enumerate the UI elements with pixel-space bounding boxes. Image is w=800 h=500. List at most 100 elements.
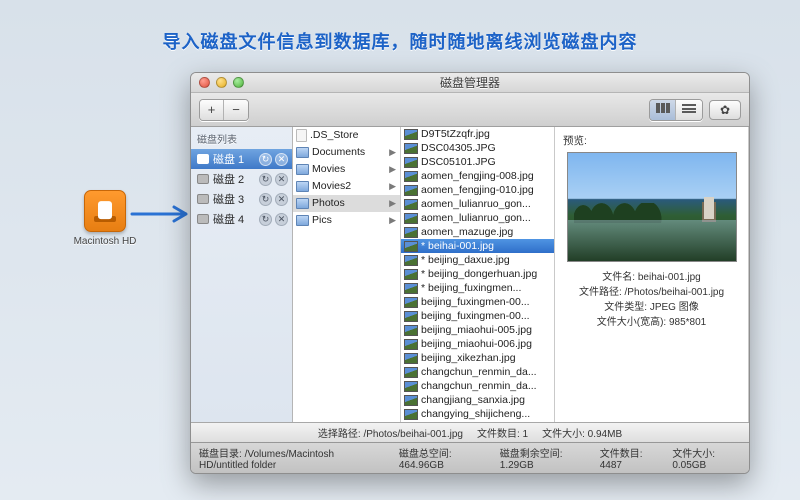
sidebar-header: 磁盘列表 <box>191 127 292 149</box>
file-row[interactable]: changying_shijicheng... <box>401 408 554 422</box>
image-thumb-icon <box>404 227 418 238</box>
refresh-icon[interactable]: ↻ <box>259 173 272 186</box>
disk-icon <box>197 214 209 224</box>
row-label: DSC04305.JPG <box>421 141 496 155</box>
status-bar-disk: 磁盘目录: /Volumes/Macintosh HD/untitled fol… <box>191 442 749 473</box>
eject-icon[interactable]: ✕ <box>275 193 288 206</box>
external-drive-label: Macintosh HD <box>70 236 140 247</box>
file-row[interactable]: changjiang_sanxia.jpg <box>401 394 554 408</box>
eject-icon[interactable]: ✕ <box>275 153 288 166</box>
image-thumb-icon <box>404 171 418 182</box>
image-thumb-icon <box>404 325 418 336</box>
sidebar-item-label: 磁盘 4 <box>213 211 244 227</box>
file-row[interactable]: aomen_lulianruo_gon... <box>401 211 554 225</box>
file-row[interactable]: DSC04305.JPG <box>401 141 554 155</box>
file-row[interactable]: aomen_fengjing-010.jpg <box>401 183 554 197</box>
image-thumb-icon <box>404 395 418 406</box>
file-row[interactable]: DSC05101.JPG <box>401 155 554 169</box>
add-button[interactable]: + <box>200 100 224 120</box>
toolbar: + − ✿ <box>191 93 749 127</box>
file-row[interactable]: beijing_fuxingmen-00... <box>401 310 554 324</box>
eject-icon[interactable]: ✕ <box>275 173 288 186</box>
file-row[interactable]: aomen_mazuge.jpg <box>401 225 554 239</box>
row-label: Movies2 <box>312 179 351 194</box>
file-row[interactable]: D9T5tZzqfr.jpg <box>401 127 554 141</box>
refresh-icon[interactable]: ↻ <box>259 213 272 226</box>
chevron-right-icon: ▶ <box>389 196 396 211</box>
sidebar-item-label: 磁盘 3 <box>213 191 244 207</box>
sidebar-item-label: 磁盘 2 <box>213 171 244 187</box>
refresh-icon[interactable]: ↻ <box>259 193 272 206</box>
row-label: aomen_fengjing-010.jpg <box>421 183 534 197</box>
file-row[interactable]: * beijing_daxue.jpg <box>401 253 554 267</box>
file-row[interactable]: beijing_miaohui-006.jpg <box>401 338 554 352</box>
sidebar-item-disk-2[interactable]: 磁盘 2 ↻✕ <box>191 169 292 189</box>
refresh-icon[interactable]: ↻ <box>259 153 272 166</box>
list-icon <box>682 103 696 113</box>
image-thumb-icon <box>404 367 418 378</box>
image-thumb-icon <box>404 213 418 224</box>
preview-image <box>567 152 737 262</box>
folder-icon <box>296 215 309 226</box>
file-row[interactable]: beijing_xikezhan.jpg <box>401 352 554 366</box>
gear-icon: ✿ <box>720 103 730 117</box>
folder-icon <box>296 181 309 192</box>
preview-pane: 预览: 文件名: beihai-001.jpg 文件路径: /Photos/be… <box>555 127 749 422</box>
preview-header: 预览: <box>563 133 740 148</box>
image-thumb-icon <box>404 297 418 308</box>
chevron-right-icon: ▶ <box>389 145 396 160</box>
preview-meta: 文件名: beihai-001.jpg 文件路径: /Photos/beihai… <box>563 270 740 330</box>
folder-row[interactable]: Documents▶ <box>293 144 400 161</box>
image-thumb-icon <box>404 185 418 196</box>
file-row[interactable]: aomen_lulianruo_gon... <box>401 197 554 211</box>
file-row[interactable]: aomen_fengjing-008.jpg <box>401 169 554 183</box>
row-label: aomen_lulianruo_gon... <box>421 211 531 225</box>
folder-row[interactable]: Movies2▶ <box>293 178 400 195</box>
eject-icon[interactable]: ✕ <box>275 213 288 226</box>
folder-row[interactable]: Pics▶ <box>293 212 400 229</box>
image-thumb-icon <box>404 269 418 280</box>
remove-button[interactable]: − <box>224 100 248 120</box>
row-label: changjiang_sanxia.jpg <box>421 394 525 408</box>
sidebar-item-disk-3[interactable]: 磁盘 3 ↻✕ <box>191 189 292 209</box>
image-thumb-icon <box>404 311 418 322</box>
row-label: * beihai-001.jpg <box>421 239 494 253</box>
folder-icon <box>296 198 309 209</box>
file-row[interactable]: * beijing_fuxingmen... <box>401 282 554 296</box>
row-label: beijing_fuxingmen-00... <box>421 296 530 310</box>
row-label: beijing_miaohui-005.jpg <box>421 324 532 338</box>
folder-row[interactable]: Movies▶ <box>293 161 400 178</box>
file-row[interactable]: * beihai-001.jpg <box>401 239 554 253</box>
row-label: * beijing_dongerhuan.jpg <box>421 267 537 281</box>
row-label: DSC05101.JPG <box>421 155 496 169</box>
folder-row[interactable]: Photos▶ <box>293 195 400 212</box>
sidebar-item-disk-4[interactable]: 磁盘 4 ↻✕ <box>191 209 292 229</box>
image-thumb-icon <box>404 199 418 210</box>
app-window: 磁盘管理器 + − ✿ 磁盘列表 磁盘 1↻✕磁盘 2↻✕磁盘 3↻✕磁盘 4↻… <box>190 72 750 474</box>
row-label: changying_shijicheng... <box>421 408 530 422</box>
file-row[interactable]: changchun_renmin_da... <box>401 366 554 380</box>
folder-row[interactable]: .DS_Store <box>293 127 400 144</box>
sidebar: 磁盘列表 磁盘 1↻✕磁盘 2↻✕磁盘 3↻✕磁盘 4↻✕ <box>191 127 293 422</box>
image-thumb-icon <box>404 157 418 168</box>
list-view-button[interactable] <box>676 100 702 120</box>
file-row[interactable]: * beijing_dongerhuan.jpg <box>401 267 554 281</box>
file-row[interactable]: beijing_miaohui-005.jpg <box>401 324 554 338</box>
column-files: D9T5tZzqfr.jpgDSC04305.JPGDSC05101.JPGao… <box>401 127 555 422</box>
image-thumb-icon <box>404 409 418 420</box>
titlebar[interactable]: 磁盘管理器 <box>191 73 749 93</box>
image-thumb-icon <box>404 143 418 154</box>
usb-drive-icon <box>84 190 126 232</box>
row-label: Pics <box>312 213 332 228</box>
headline: 导入磁盘文件信息到数据库，随时随地离线浏览磁盘内容 <box>0 0 800 54</box>
settings-button[interactable]: ✿ <box>709 100 741 120</box>
image-thumb-icon <box>404 255 418 266</box>
column-view-button[interactable] <box>650 100 676 120</box>
file-row[interactable]: changchun_renmin_da... <box>401 380 554 394</box>
disk-icon <box>197 194 209 204</box>
file-row[interactable]: beijing_fuxingmen-00... <box>401 296 554 310</box>
add-remove-group: + − <box>199 99 249 121</box>
sidebar-item-disk-1[interactable]: 磁盘 1↻✕ <box>191 149 292 169</box>
view-mode-group <box>649 99 703 121</box>
image-thumb-icon <box>404 339 418 350</box>
